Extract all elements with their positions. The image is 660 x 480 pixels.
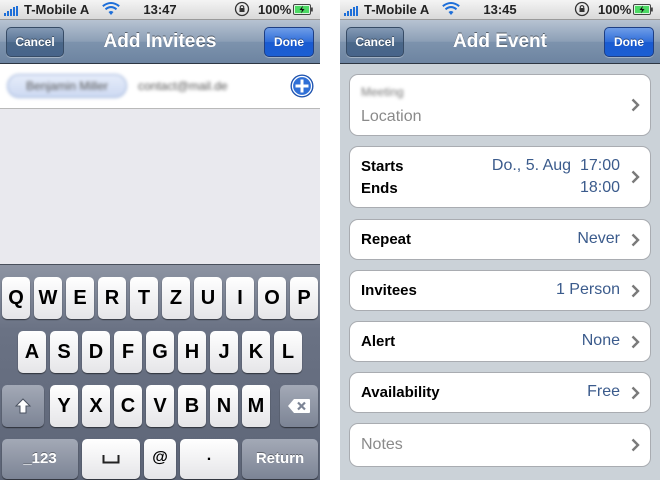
notes-cell[interactable]: Notes <box>349 423 651 467</box>
add-event-screen: T-Mobile A 13:45 100% Cancel Add Event D… <box>340 0 660 480</box>
shift-key[interactable] <box>2 385 44 427</box>
at-key[interactable]: @ <box>144 439 176 479</box>
key-b[interactable]: B <box>178 385 206 427</box>
key-k[interactable]: K <box>242 331 270 373</box>
typed-address[interactable]: contact@mail.de <box>138 76 236 96</box>
key-h[interactable]: H <box>178 331 206 373</box>
starts-label: Starts <box>361 158 404 175</box>
shift-icon <box>14 398 32 414</box>
key-z[interactable]: Z <box>162 277 190 319</box>
key-j[interactable]: J <box>210 331 238 373</box>
key-q[interactable]: Q <box>2 277 30 319</box>
repeat-cell[interactable]: Repeat Never <box>349 219 651 260</box>
repeat-label: Repeat <box>361 231 412 248</box>
status-bar: T-Mobile A 13:47 100% <box>0 0 320 20</box>
end-value: 18:00 <box>579 179 620 196</box>
key-r[interactable]: R <box>98 277 126 319</box>
key-m[interactable]: M <box>242 385 270 427</box>
key-i[interactable]: I <box>226 277 254 319</box>
chevron-right-icon <box>631 438 640 452</box>
chevron-right-icon <box>631 386 640 400</box>
numbers-key[interactable]: _123 <box>2 439 78 479</box>
key-a[interactable]: A <box>18 331 46 373</box>
key-c[interactable]: C <box>114 385 142 427</box>
backspace-key[interactable] <box>280 385 318 427</box>
key-t[interactable]: T <box>130 277 158 319</box>
alert-cell[interactable]: Alert None <box>349 321 651 362</box>
status-bar: T-Mobile A 13:45 100% <box>340 0 660 20</box>
availability-label: Availability <box>361 384 440 401</box>
done-button[interactable]: Done <box>604 27 654 57</box>
battery-icon <box>293 4 313 15</box>
key-v[interactable]: V <box>146 385 174 427</box>
availability-value: Free <box>587 383 620 400</box>
event-title-value: Meeting <box>361 85 404 99</box>
orientation-lock-icon <box>574 1 590 17</box>
battery-percent: 100% <box>598 2 632 17</box>
key-g[interactable]: G <box>146 331 174 373</box>
keyboard: Q W E R T Z U I O P A S D F G H J K L Y … <box>0 264 320 480</box>
ends-label: Ends <box>361 180 398 197</box>
orientation-lock-icon <box>234 1 250 17</box>
key-y[interactable]: Y <box>50 385 78 427</box>
key-w[interactable]: W <box>34 277 62 319</box>
location-placeholder: Location <box>361 108 422 125</box>
key-p[interactable]: P <box>290 277 318 319</box>
title-location-cell[interactable]: Meeting Location <box>349 74 651 136</box>
key-e[interactable]: E <box>66 277 94 319</box>
alert-label: Alert <box>361 333 396 350</box>
battery-icon <box>633 4 653 15</box>
invitee-field[interactable]: Benjamin Miller contact@mail.de <box>0 64 320 109</box>
invitees-value: 1 Person <box>555 281 620 298</box>
space-icon <box>102 455 120 464</box>
nav-bar: Cancel Add Invitees Done <box>0 20 320 64</box>
backspace-icon <box>288 399 310 413</box>
return-key[interactable]: Return <box>242 439 318 479</box>
key-u[interactable]: U <box>194 277 222 319</box>
chevron-right-icon <box>631 233 640 247</box>
space-key[interactable] <box>82 439 140 479</box>
availability-cell[interactable]: Availability Free <box>349 372 651 413</box>
start-value: Do., 5. Aug 17:00 <box>491 157 620 174</box>
chevron-right-icon <box>631 284 640 298</box>
dot-key[interactable]: . <box>180 439 238 479</box>
invitees-label: Invitees <box>361 282 417 299</box>
invitees-cell[interactable]: Invitees 1 Person <box>349 270 651 311</box>
repeat-value: Never <box>577 230 620 247</box>
alert-value: None <box>581 332 620 349</box>
chevron-right-icon <box>631 98 640 112</box>
key-f[interactable]: F <box>114 331 142 373</box>
chevron-right-icon <box>631 170 640 184</box>
notes-placeholder: Notes <box>361 436 403 453</box>
nav-bar: Cancel Add Event Done <box>340 20 660 64</box>
date-cell[interactable]: Starts Ends Do., 5. Aug 17:00 18:00 <box>349 146 651 208</box>
battery-percent: 100% <box>258 2 292 17</box>
key-s[interactable]: S <box>50 331 78 373</box>
contact-bubble[interactable]: Benjamin Miller <box>7 74 127 98</box>
chevron-right-icon <box>631 335 640 349</box>
key-l[interactable]: L <box>274 331 302 373</box>
done-button[interactable]: Done <box>264 27 314 57</box>
key-d[interactable]: D <box>82 331 110 373</box>
key-n[interactable]: N <box>210 385 238 427</box>
key-x[interactable]: X <box>82 385 110 427</box>
key-o[interactable]: O <box>258 277 286 319</box>
add-contact-icon[interactable] <box>290 74 314 98</box>
add-invitees-screen: T-Mobile A 13:47 100% Cancel Add Invitee… <box>0 0 320 480</box>
